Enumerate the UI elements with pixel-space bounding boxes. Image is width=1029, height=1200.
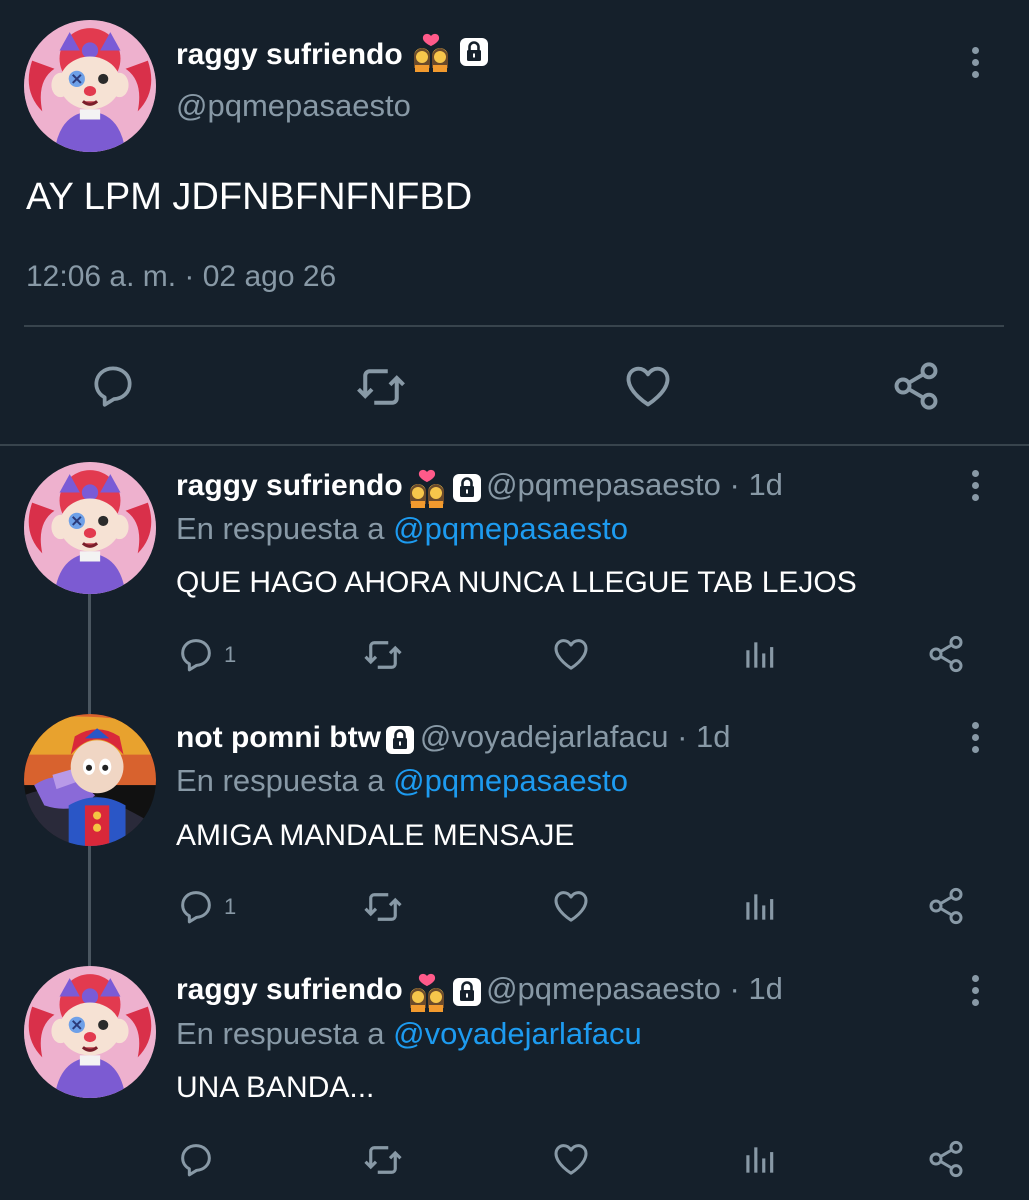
avatar[interactable] (24, 714, 156, 846)
reply-count: 1 (224, 642, 237, 667)
lock-icon (459, 37, 489, 75)
reply-context: En respuesta a @pqmepasaesto (176, 763, 628, 798)
reply-icon[interactable] (176, 886, 216, 926)
more-options-icon[interactable] (972, 470, 980, 506)
retweet-icon[interactable] (362, 1139, 404, 1181)
tweet-text: AMIGA MANDALE MENSAJE (176, 819, 575, 852)
share-icon[interactable] (926, 634, 966, 674)
mention-link[interactable]: @pqmepasaesto (393, 511, 628, 546)
tweet-text: AY LPM JDFNBFNFNFBD (26, 176, 473, 218)
tweet-header: raggy sufriendo @pqmepasaesto · 1d (176, 467, 783, 513)
tweet-header: not pomni btw @voyadejarlafacu · 1d (176, 719, 731, 760)
display-name[interactable]: not pomni btw (176, 721, 381, 754)
analytics-icon[interactable] (740, 636, 778, 674)
avatar[interactable] (24, 462, 156, 594)
reply-icon[interactable] (176, 1139, 216, 1179)
timestamp: 12:06 a. m. · 02 ago 26 (26, 260, 337, 293)
handle-time[interactable]: @voyadejarlafacu · 1d (420, 719, 731, 754)
couple-emoji-icon (407, 468, 447, 513)
couple-emoji-icon (407, 972, 447, 1017)
handle-time[interactable]: @pqmepasaesto · 1d (486, 971, 783, 1006)
share-icon[interactable] (890, 360, 942, 412)
lock-icon (452, 473, 482, 508)
avatar[interactable] (24, 20, 156, 152)
tweet-header: raggy sufriendo @pqmepasaesto · 1d (176, 971, 783, 1017)
thread-line (88, 592, 91, 714)
thread-line (88, 846, 91, 966)
more-options-icon[interactable] (972, 975, 980, 1011)
analytics-icon[interactable] (740, 888, 778, 926)
tweet-text: UNA BANDA... (176, 1071, 375, 1104)
section-divider (0, 444, 1029, 446)
handle[interactable]: @pqmepasaesto (176, 88, 411, 124)
display-name[interactable]: raggy sufriendo (176, 32, 489, 80)
reply-count: 1 (224, 894, 237, 919)
reply-icon[interactable] (176, 634, 216, 674)
share-icon[interactable] (926, 1139, 966, 1179)
tweet-text: QUE HAGO AHORA NUNCA LLEGUE TAB LEJOS (176, 566, 857, 599)
mention-link[interactable]: @voyadejarlafacu (393, 1016, 642, 1051)
more-options-icon[interactable] (972, 722, 980, 758)
display-name[interactable]: raggy sufriendo (176, 469, 403, 502)
reply-context: En respuesta a @pqmepasaesto (176, 511, 628, 546)
lock-icon (385, 725, 415, 760)
lock-icon (452, 977, 482, 1012)
retweet-icon[interactable] (362, 634, 404, 676)
more-options-icon[interactable] (972, 47, 980, 83)
analytics-icon[interactable] (740, 1141, 778, 1179)
display-name[interactable]: raggy sufriendo (176, 973, 403, 1006)
retweet-icon[interactable] (354, 360, 408, 414)
like-icon[interactable] (622, 360, 674, 412)
divider (24, 325, 1004, 327)
like-icon[interactable] (551, 634, 591, 674)
avatar[interactable] (24, 966, 156, 1098)
reply-context: En respuesta a @voyadejarlafacu (176, 1016, 642, 1051)
share-icon[interactable] (926, 886, 966, 926)
reply-icon[interactable] (88, 360, 138, 410)
handle-time[interactable]: @pqmepasaesto · 1d (486, 467, 783, 502)
mention-link[interactable]: @pqmepasaesto (393, 763, 628, 798)
like-icon[interactable] (551, 1139, 591, 1179)
couple-emoji-icon (411, 32, 451, 80)
retweet-icon[interactable] (362, 886, 404, 928)
like-icon[interactable] (551, 886, 591, 926)
